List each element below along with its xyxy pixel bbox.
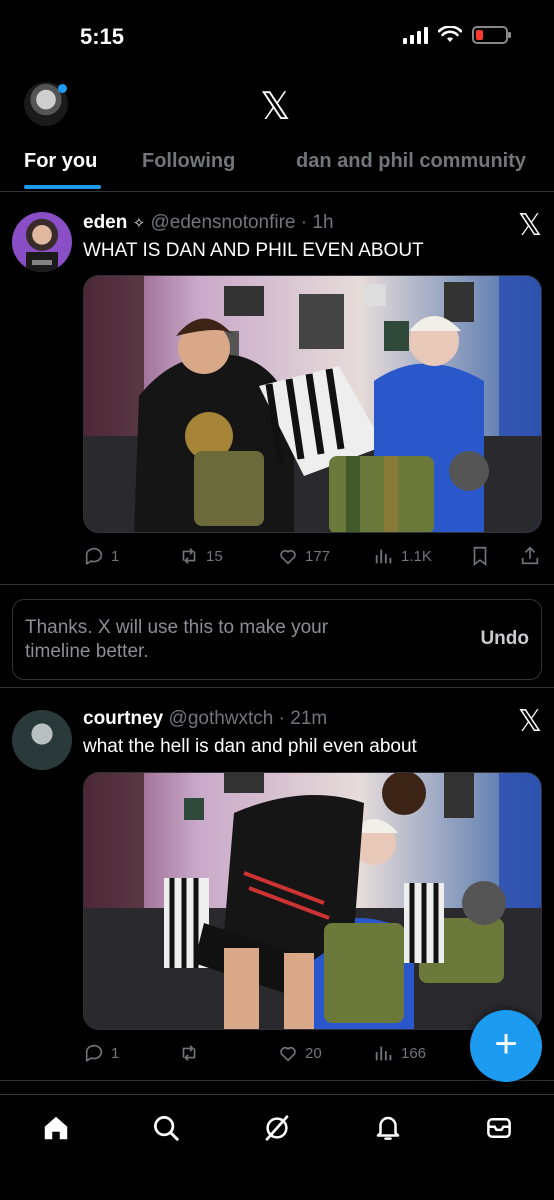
post-photo	[84, 773, 541, 1029]
status-icons	[403, 26, 511, 44]
like-button[interactable]: 20	[277, 1042, 322, 1064]
messages-icon[interactable]	[484, 1113, 514, 1143]
grok-icon[interactable]	[262, 1113, 292, 1143]
reply-icon	[85, 1044, 103, 1062]
share-icon	[521, 546, 539, 565]
divider	[0, 584, 554, 585]
views-icon	[375, 1046, 392, 1061]
tab-following[interactable]: Following	[142, 150, 235, 173]
dismiss-x-icon[interactable]: 𝕏	[518, 704, 542, 739]
repost-icon	[182, 1045, 196, 1061]
battery-level	[476, 30, 483, 40]
author-handle[interactable]: @gothwxtch	[169, 708, 274, 729]
home-icon[interactable]	[41, 1113, 71, 1143]
repost-button[interactable]	[178, 1042, 206, 1064]
repost-icon	[182, 548, 196, 564]
notifications-bell-icon[interactable]	[373, 1113, 403, 1143]
header: 𝕏	[0, 78, 554, 134]
reply-button[interactable]: 1	[83, 545, 119, 567]
divider	[0, 687, 554, 688]
x-logo-icon[interactable]: 𝕏	[260, 84, 291, 128]
reply-button[interactable]: 1	[83, 1042, 119, 1064]
heart-icon	[280, 1046, 296, 1062]
like-count: 177	[305, 547, 331, 565]
views-button[interactable]: 166	[373, 1042, 426, 1064]
bookmark-button[interactable]	[469, 545, 491, 567]
notification-dot	[58, 84, 67, 93]
avatar-figure	[26, 252, 58, 272]
avatar[interactable]	[12, 710, 72, 770]
post-time[interactable]: 21m	[290, 708, 327, 729]
tab-community[interactable]: dan and phil community	[296, 150, 526, 173]
view-count: 166	[401, 1044, 427, 1062]
divider	[0, 1080, 554, 1081]
bookmark-icon	[473, 546, 487, 566]
search-icon[interactable]	[151, 1113, 181, 1143]
wifi-icon	[438, 26, 462, 42]
reply-icon	[85, 547, 103, 565]
post-image[interactable]	[83, 772, 542, 1030]
compose-post-button[interactable]: +	[470, 1010, 542, 1082]
verified-badge-icon: ✧	[132, 215, 146, 232]
repost-button[interactable]: 15	[178, 545, 223, 567]
author-name[interactable]: courtney	[83, 708, 163, 729]
views-button[interactable]: 1.1K	[373, 545, 432, 567]
post-time[interactable]: 1h	[312, 212, 333, 233]
like-count: 20	[305, 1044, 322, 1062]
status-bar: 5:15	[0, 0, 554, 72]
feedback-notice: Thanks. X will use this to make your tim…	[12, 599, 542, 680]
reply-count: 1	[111, 547, 120, 565]
post[interactable]: eden ✧ @edensnotonfire · 1h 𝕏 WHAT IS DA…	[0, 200, 554, 580]
post-actions: 1 15 177 1.1K	[83, 545, 543, 569]
active-tab-indicator	[24, 185, 101, 189]
status-time: 5:15	[80, 24, 125, 49]
repost-count: 15	[206, 547, 223, 565]
post-image[interactable]	[83, 275, 542, 533]
bottom-nav	[0, 1094, 554, 1200]
timeline-tabs: For you Following dan and phil community	[0, 140, 554, 192]
feedback-text: Thanks. X will use this to make your tim…	[25, 617, 329, 662]
undo-button[interactable]: Undo	[480, 628, 529, 650]
post-header: courtney @gothwxtch · 21m	[83, 708, 328, 729]
post-text: WHAT IS DAN AND PHIL EVEN ABOUT	[83, 240, 424, 261]
avatar[interactable]	[12, 212, 72, 272]
share-button[interactable]	[519, 545, 541, 567]
reply-count: 1	[111, 1044, 120, 1062]
author-name[interactable]: eden	[83, 212, 127, 233]
post-header: eden ✧ @edensnotonfire · 1h	[83, 212, 334, 233]
cellular-signal-icon	[403, 26, 428, 44]
tab-for-you[interactable]: For you	[24, 150, 97, 173]
post-text: what the hell is dan and phil even about	[83, 736, 417, 757]
views-icon	[375, 549, 392, 564]
view-count: 1.1K	[401, 547, 432, 565]
author-handle[interactable]: @edensnotonfire	[151, 212, 296, 233]
post[interactable]: courtney @gothwxtch · 21m 𝕏 what the hel…	[0, 698, 554, 1078]
dismiss-x-icon[interactable]: 𝕏	[518, 208, 542, 243]
heart-icon	[280, 549, 296, 565]
like-button[interactable]: 177	[277, 545, 330, 567]
post-photo	[84, 276, 541, 532]
battery-icon	[472, 26, 511, 44]
